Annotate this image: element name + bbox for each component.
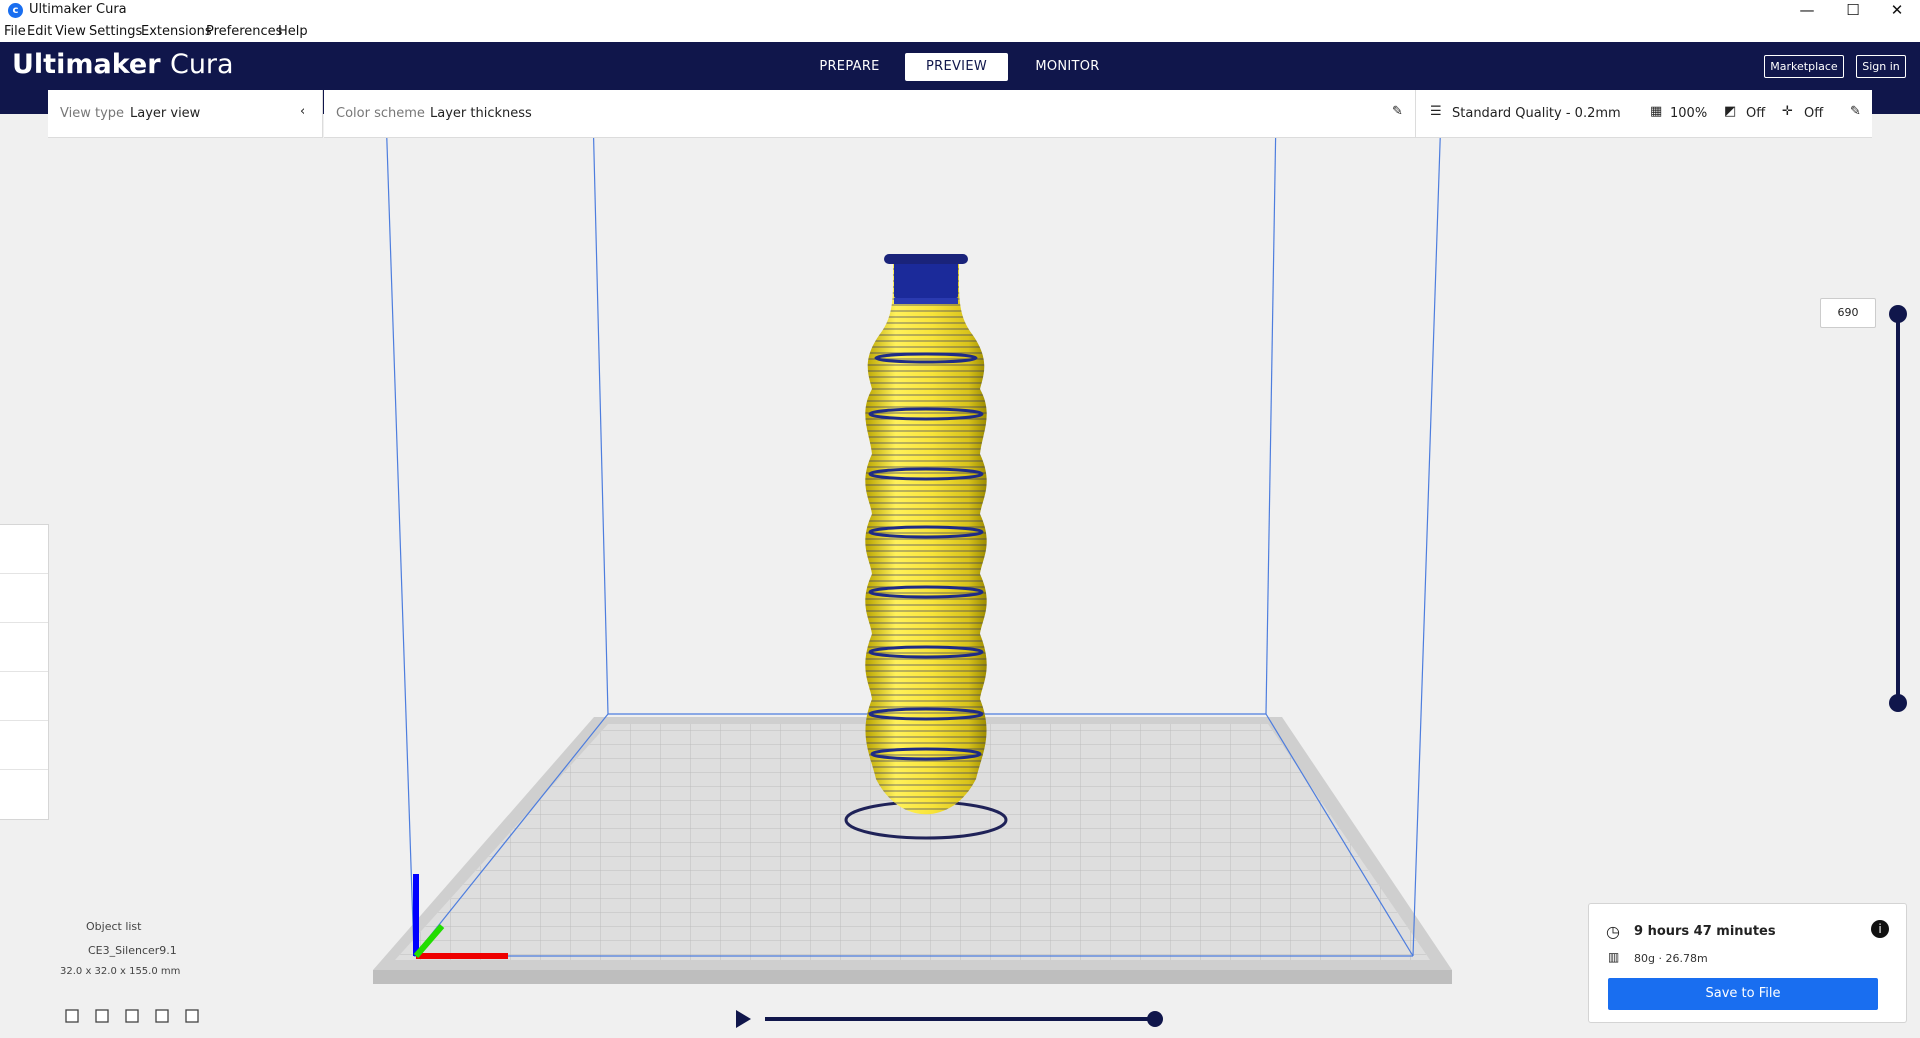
model-silencer (865, 254, 987, 815)
object-dimensions: 32.0 x 32.0 x 155.0 mm (60, 966, 181, 977)
menu-preferences[interactable]: Preferences (206, 24, 282, 39)
3d-viewport[interactable]: 690 Object list CE3_Silencer9.1 32.0 x 3… (0, 114, 1920, 1038)
menu-help[interactable]: Help (278, 24, 308, 39)
support-icon: ◩ (1724, 104, 1737, 119)
support-value: Off (1746, 106, 1766, 121)
layer-slider-bottom-handle (1889, 694, 1907, 712)
print-setup-panel[interactable]: ☰ Standard Quality - 0.2mm ▦ 100% ◩ Off … (1416, 90, 1872, 138)
adhesion-icon: ✛ (1782, 104, 1793, 119)
quality-icon: ☰ (1430, 104, 1442, 119)
object-name[interactable]: CE3_Silencer9.1 (88, 944, 180, 957)
save-to-file-button[interactable]: Save to File (1608, 978, 1878, 1010)
chevron-left-icon[interactable]: ‹ (300, 104, 305, 119)
tab-prepare[interactable]: PREPARE (798, 53, 901, 81)
clock-icon: ◷ (1606, 922, 1620, 941)
view-type-panel[interactable]: View type Layer view ‹ (48, 90, 323, 138)
filament-icon: ▥ (1608, 950, 1620, 964)
brand-bold: Ultimaker (12, 49, 161, 80)
scale-tool-button[interactable] (0, 574, 48, 623)
scene-canvas (65, 114, 1907, 1028)
window-titlebar: c Ultimaker Cura — ☐ ✕ (0, 0, 1920, 22)
material-usage: 80g · 26.78m (1634, 952, 1708, 965)
pencil-icon[interactable]: ✎ (1850, 104, 1861, 119)
menu-file[interactable]: File (4, 24, 26, 39)
cura-app-icon: c (8, 3, 23, 18)
brand-light: Cura (169, 49, 234, 80)
color-scheme-panel[interactable]: Color scheme Layer thickness ✎ (324, 90, 1416, 138)
color-scheme-value: Layer thickness (430, 106, 532, 121)
infill-value: 100% (1670, 106, 1708, 121)
infill-icon: ▦ (1650, 104, 1663, 119)
per-model-settings-button[interactable] (0, 721, 48, 770)
menu-edit[interactable]: Edit (27, 24, 52, 39)
play-icon (736, 1010, 751, 1028)
view-type-label: View type (60, 106, 125, 121)
brand-logo: Ultimaker Cura (12, 49, 234, 80)
tab-monitor[interactable]: MONITOR (1016, 53, 1119, 81)
view-type-value: Layer view (130, 106, 201, 121)
close-button[interactable]: ✕ (1874, 0, 1920, 22)
signin-button[interactable]: Sign in (1856, 55, 1906, 78)
layer-slider-top-handle (1889, 305, 1907, 323)
object-list: Object list CE3_Silencer9.1 32.0 x 32.0 … (58, 920, 180, 977)
view-right-icon (185, 1009, 199, 1023)
view-front-icon (95, 1009, 109, 1023)
object-list-header[interactable]: Object list (86, 920, 180, 933)
maximize-button[interactable]: ☐ (1830, 0, 1876, 22)
rotate-tool-button[interactable] (0, 623, 48, 672)
marketplace-button[interactable]: Marketplace (1764, 55, 1844, 78)
menu-view[interactable]: View (55, 24, 86, 39)
view-3d-icon (65, 1009, 79, 1023)
profile-name: Standard Quality - 0.2mm (1452, 106, 1621, 121)
window-title: Ultimaker Cura (29, 2, 127, 17)
minimize-button[interactable]: — (1784, 0, 1830, 22)
view-left-icon (155, 1009, 169, 1023)
view-top-icon (125, 1009, 139, 1023)
menu-settings[interactable]: Settings (89, 24, 142, 39)
tab-preview[interactable]: PREVIEW (905, 53, 1008, 81)
info-icon[interactable]: i (1871, 920, 1889, 938)
color-scheme-label: Color scheme (336, 106, 425, 121)
left-toolbar (0, 524, 49, 820)
print-time: 9 hours 47 minutes (1634, 924, 1776, 939)
menu-bar: File Edit View Settings Extensions Prefe… (0, 22, 1920, 42)
menu-extensions[interactable]: Extensions (141, 24, 212, 39)
support-blocker-button[interactable] (0, 770, 48, 819)
print-info-card: ◷ 9 hours 47 minutes i ▥ 80g · 26.78m Sa… (1588, 903, 1907, 1023)
simulation-slider-handle (1147, 1011, 1163, 1027)
move-tool-button[interactable] (0, 525, 48, 574)
layer-number-box[interactable]: 690 (1820, 298, 1876, 328)
layer-slider[interactable] (1889, 305, 1907, 712)
camera-view-buttons[interactable] (65, 1009, 199, 1023)
mirror-tool-button[interactable] (0, 672, 48, 721)
pencil-icon[interactable]: ✎ (1392, 104, 1403, 119)
adhesion-value: Off (1804, 106, 1824, 121)
simulation-slider[interactable] (736, 1010, 1163, 1028)
